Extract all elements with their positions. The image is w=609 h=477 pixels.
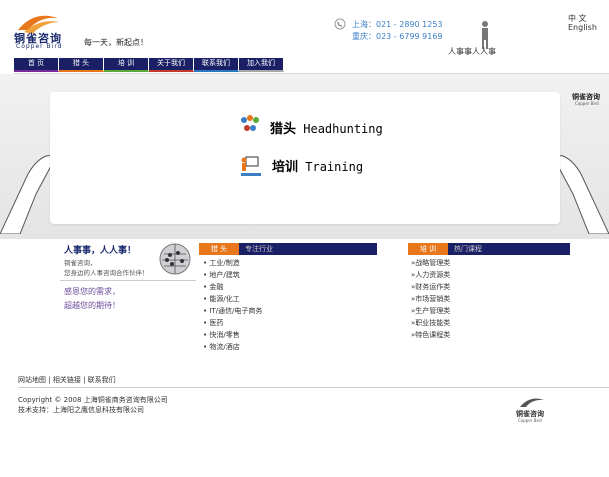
hero-banner: 铜雀咨询 Copper Bird 猎头 Headhunting 培训 Train… [0,74,609,239]
course-item[interactable]: »职业技能类 [411,317,450,329]
headhunting-section-header: 猎 头 专注行业 [199,243,377,255]
copyright-text: Copyright © 2008 上海铜雀商务咨询有限公司 [18,396,168,404]
training-banner-link[interactable]: 培训 Training [272,156,363,175]
phone-icon [334,18,346,30]
course-item[interactable]: »生产管理类 [411,305,450,317]
nav-about[interactable]: 关于我们 [149,58,194,72]
intro-title: 人事事，人人事！ [64,246,137,256]
nav-contact[interactable]: 联系我们 [194,58,239,72]
industry-item[interactable]: • 金融 [203,281,262,293]
training-cn-label: 培训 [272,160,299,175]
course-list: »战略管理类 »人力资源类 »财务运作类 »市场营销类 »生产管理类 »职业技能… [411,257,450,341]
industry-item[interactable]: • 地产/建筑 [203,269,262,281]
footer-divider [18,387,609,388]
industry-item[interactable]: • IT/通信/电子商务 [203,305,262,317]
footer-links: 网站地图 | 相关链接 | 联系我们 [18,375,116,385]
lang-english-link[interactable]: English [568,23,597,32]
thanks-line-1: 感恩您的需求， [64,287,120,296]
headhunting-section-subtitle: 专注行业 [239,243,377,255]
intro-line-2: 您身边的人事咨询合作伙伴！ [64,269,149,277]
footer-contact-link[interactable]: 联系我们 [88,376,116,384]
headhunting-section-tag[interactable]: 猎 头 [199,243,239,255]
people-group-icon [241,115,259,131]
globe-people-icon [159,243,191,275]
intro-line-1: 铜雀咨询， [64,259,97,267]
industry-item[interactable]: • 医药 [203,317,262,329]
industry-list: • 工业/制造 • 地产/建筑 • 金融 • 能源/化工 • IT/通信/电子商… [203,257,262,353]
course-item[interactable]: »战略管理类 [411,257,450,269]
intro-divider [60,280,196,281]
training-section-tag[interactable]: 培 训 [408,243,448,255]
footer-sitemap-link[interactable]: 网站地图 [18,376,46,384]
training-en-label: Training [305,160,364,174]
training-section-header: 培 训 热门课程 [408,243,570,255]
industry-item[interactable]: • 能源/化工 [203,293,262,305]
training-board-icon [241,156,261,176]
hr-slogan: 人事事人人事 [448,47,496,56]
industry-item[interactable]: • 快消/零售 [203,329,262,341]
industry-item[interactable]: • 物流/酒店 [203,341,262,353]
phone-chongqing: 重庆：023 - 6799 9169 [352,32,443,41]
headhunting-banner-link[interactable]: 猎头 Headhunting [270,118,383,137]
nav-training[interactable]: 培 训 [104,58,149,72]
footer-related-link[interactable]: 相关链接 [53,376,81,384]
thanks-line-2: 超越您的期待！ [64,301,120,310]
nav-join[interactable]: 加入我们 [239,58,284,72]
course-item[interactable]: »特色课程类 [411,329,450,341]
course-item[interactable]: »人力资源类 [411,269,450,281]
header-slogan: 每一天，新起点！ [84,38,148,47]
footer-logo-subtitle: Copper Bird [518,418,542,423]
headhunting-cn-label: 猎头 [270,122,297,137]
course-item[interactable]: »财务运作类 [411,281,450,293]
nav-headhunting[interactable]: 猎 头 [59,58,104,72]
tech-support-text: 技术支持：上海阳之鹰信息科技有限公司 [18,406,144,414]
phone-shanghai: 上海：021 - 2890 1253 [352,20,443,29]
logo-subtitle: Copper Bird [16,43,63,50]
industry-item[interactable]: • 工业/制造 [203,257,262,269]
banner-brand-subtitle: Copper Bird [575,101,599,106]
main-nav: 首 页 猎 头 培 训 关于我们 联系我们 加入我们 [14,58,284,72]
training-section-subtitle: 热门课程 [448,243,570,255]
course-item[interactable]: »市场营销类 [411,293,450,305]
headhunting-en-label: Headhunting [303,122,383,136]
nav-home[interactable]: 首 页 [14,58,59,72]
